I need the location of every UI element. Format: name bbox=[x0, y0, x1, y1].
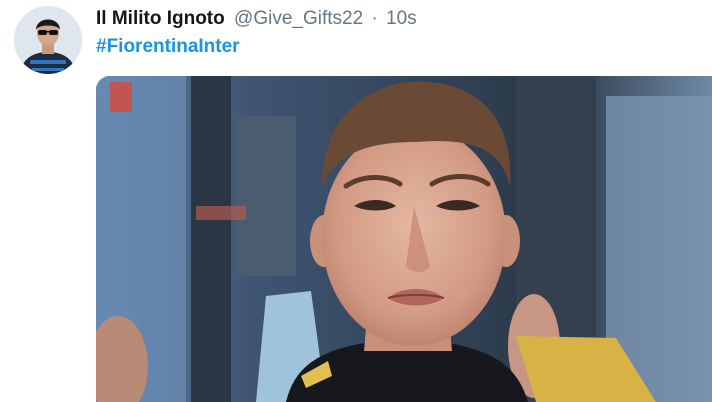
author-display-name[interactable]: Il Milito Ignoto bbox=[96, 8, 225, 29]
tweet-timestamp[interactable]: 10s bbox=[386, 8, 417, 29]
hashtag-link[interactable]: #FiorentinaInter bbox=[96, 36, 240, 58]
separator-dot: · bbox=[371, 8, 378, 29]
author-avatar[interactable] bbox=[14, 6, 82, 74]
tweet-media-photo[interactable] bbox=[96, 76, 712, 402]
user-avatar-icon bbox=[14, 6, 82, 74]
author-handle[interactable]: @Give_Gifts22 bbox=[234, 8, 363, 29]
tweet-header: Il Milito Ignoto @Give_Gifts22 · 10s bbox=[96, 8, 417, 30]
tweet-card[interactable]: Il Milito Ignoto @Give_Gifts22 · 10s #Fi… bbox=[0, 0, 712, 402]
photo-football-player-pouting bbox=[96, 76, 712, 402]
